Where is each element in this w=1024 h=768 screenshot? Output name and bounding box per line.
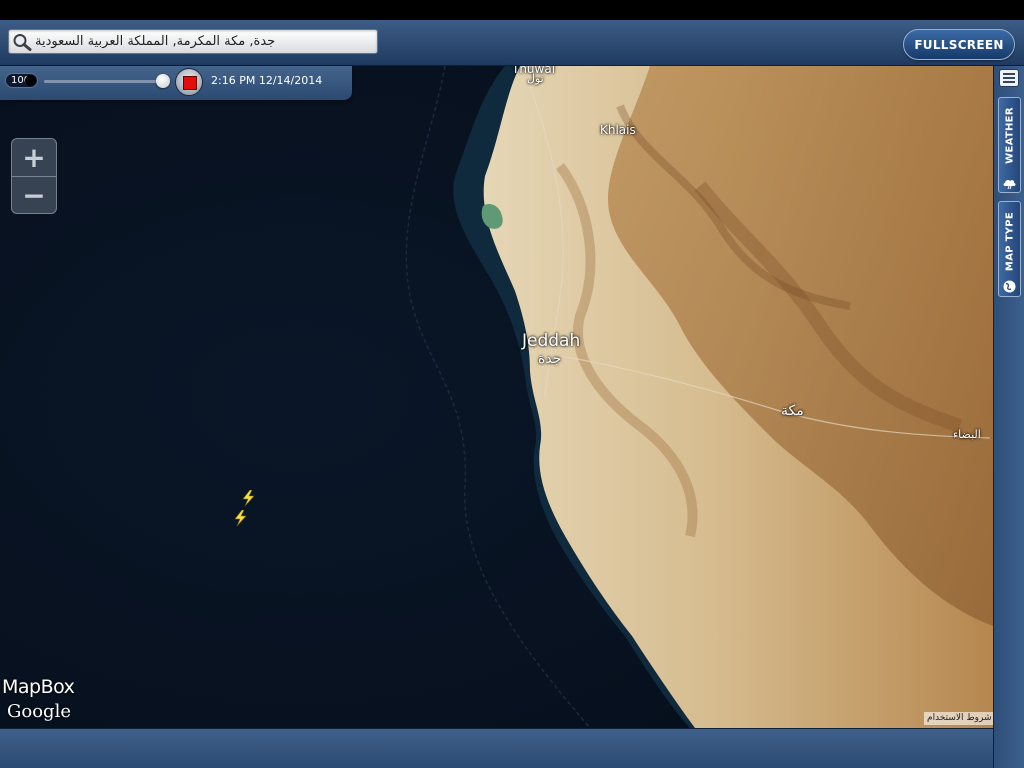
google-logo: Google [7, 701, 71, 722]
time-slider-track[interactable] [44, 80, 168, 83]
satellite-map [0, 66, 993, 728]
stop-icon [183, 76, 197, 90]
playback-bar: 100 2:16 PM 12/14/2014 [0, 66, 352, 100]
cloud-icon [1003, 179, 1016, 190]
zoom-control: + − [11, 138, 57, 214]
magnifier-icon [13, 34, 32, 51]
timestamp-label: 2:16 PM 12/14/2014 [211, 74, 323, 87]
map-type-tab[interactable]: MAP TYPE [998, 201, 1021, 297]
place-label-jeddah: Jeddah [522, 331, 581, 351]
mapbox-logo: MapBox [2, 676, 75, 698]
map-type-tab-label: MAP TYPE [1004, 211, 1015, 272]
search-box[interactable] [8, 29, 378, 54]
place-label-makkah: مكة [781, 403, 804, 419]
place-label-jeddah-ar: جدة [538, 351, 562, 367]
globe-icon [1003, 280, 1016, 293]
search-input[interactable] [35, 31, 371, 52]
speed-toggle[interactable]: 100 [5, 73, 38, 88]
place-label-thuwal-ar: ثول [527, 72, 544, 85]
bottom-bar [0, 728, 993, 768]
map-view[interactable]: Thuwal ثول Khlais Jeddah جدة مكة البضاء [0, 66, 993, 728]
hamburger-icon [1003, 73, 1015, 75]
weather-tab[interactable]: WEATHER [998, 97, 1021, 193]
right-rail: WEATHER MAP TYPE [993, 66, 1024, 768]
hamburger-icon [1003, 81, 1015, 83]
terms-of-use-link[interactable]: شروط الاستخدام [924, 712, 995, 725]
top-toolbar: FULLSCREEN [0, 20, 1024, 66]
speed-knob [25, 75, 36, 86]
time-slider-thumb[interactable] [156, 74, 171, 88]
fullscreen-button[interactable]: FULLSCREEN [903, 29, 1015, 60]
hamburger-icon [1003, 77, 1015, 79]
place-label-khlais: Khlais [600, 123, 636, 137]
app-root: Thuwal ثول Khlais Jeddah جدة مكة البضاء … [0, 0, 1024, 768]
status-bar [0, 0, 1024, 20]
zoom-out-button[interactable]: − [12, 177, 56, 214]
zoom-in-button[interactable]: + [12, 139, 56, 176]
lightning-icon[interactable] [234, 510, 247, 526]
menu-button[interactable] [999, 69, 1019, 87]
lightning-icon[interactable] [242, 490, 255, 506]
weather-tab-label: WEATHER [1004, 107, 1015, 164]
place-label-albada: البضاء [953, 428, 981, 441]
stop-button[interactable] [175, 68, 203, 96]
